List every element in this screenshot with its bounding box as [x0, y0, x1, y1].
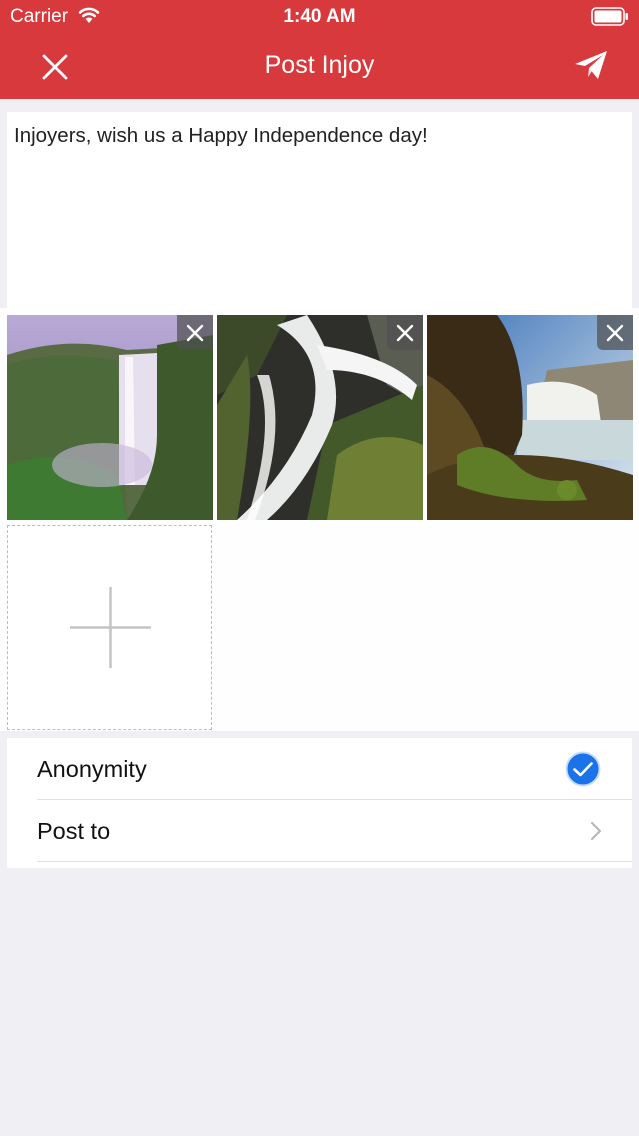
checkmark-circle-icon[interactable]	[565, 751, 601, 787]
anonymity-label: Anonymity	[37, 756, 147, 782]
battery-icon	[591, 7, 628, 26]
navigation-header: Carrier 1:40 AM Post Injoy	[0, 0, 639, 99]
add-photo-button[interactable]	[7, 525, 212, 730]
close-icon	[606, 324, 624, 342]
compose-text[interactable]: Injoyers, wish us a Happy Independence d…	[7, 112, 632, 160]
status-time: 1:40 AM	[283, 6, 356, 27]
post-settings: Anonymity Post to	[7, 738, 632, 868]
photo-thumbnail[interactable]	[217, 315, 423, 520]
remove-photo-button[interactable]	[387, 315, 423, 350]
post-to-label: Post to	[37, 818, 111, 844]
compose-box[interactable]: Injoyers, wish us a Happy Independence d…	[7, 112, 632, 308]
page-title: Post Injoy	[264, 51, 375, 79]
remove-photo-button[interactable]	[177, 315, 213, 350]
photo-thumbnail[interactable]	[7, 315, 213, 520]
anonymity-row[interactable]: Anonymity	[37, 738, 632, 800]
plus-icon	[70, 587, 151, 668]
close-icon	[396, 324, 414, 342]
remove-photo-button[interactable]	[597, 315, 633, 350]
photo-thumbnail[interactable]	[427, 315, 633, 520]
status-bar: Carrier 1:40 AM	[0, 0, 639, 34]
media-grid	[0, 308, 639, 731]
send-button[interactable]	[573, 49, 609, 81]
chevron-right-icon	[591, 822, 601, 840]
post-to-row[interactable]: Post to	[37, 800, 632, 862]
close-icon	[186, 324, 204, 342]
